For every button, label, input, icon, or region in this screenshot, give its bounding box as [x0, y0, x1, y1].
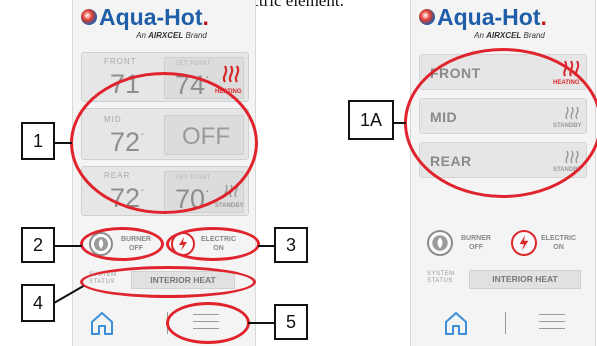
globe-icon	[419, 9, 435, 25]
brand-logo: Aqua-Hot. An AIRXCEL Brand	[81, 4, 209, 40]
electric-toggle[interactable]: ELECTRIC ON	[511, 228, 593, 258]
callout-3: 3	[274, 227, 308, 263]
globe-icon	[81, 9, 97, 25]
home-icon[interactable]	[443, 310, 469, 336]
brand-name: Aqua-Hot	[99, 4, 203, 30]
zone-status: STANDBY	[215, 203, 244, 209]
hamburger-menu-icon[interactable]	[539, 314, 565, 330]
callout-5: 5	[274, 304, 308, 340]
callout-leader-5	[248, 322, 274, 324]
callout-1: 1	[21, 122, 55, 160]
brand-tagline: An AIRXCEL Brand	[474, 31, 545, 40]
heat-waves-icon	[222, 65, 240, 83]
system-status-value: INTERIOR HEAT	[469, 270, 581, 289]
callout-2: 2	[21, 227, 55, 263]
brand-tagline: An AIRXCEL Brand	[136, 31, 207, 40]
electric-label: ELECTRIC	[541, 235, 576, 242]
lightning-icon	[519, 235, 529, 251]
brand-logo: Aqua-Hot. An AIRXCEL Brand	[419, 4, 547, 40]
electric-state: ON	[553, 244, 564, 251]
burner-label: BURNER	[461, 235, 491, 242]
callout-1a: 1A	[348, 100, 394, 140]
highlight-ring-zones	[70, 72, 258, 214]
highlight-ring-system-status	[80, 266, 256, 298]
highlight-ring-menu	[166, 302, 250, 344]
footer-divider	[505, 312, 506, 334]
zone-label: FRONT	[104, 57, 137, 66]
burner-state: OFF	[468, 244, 483, 251]
callout-leader-1a	[392, 122, 406, 124]
highlight-ring-burner	[80, 227, 164, 261]
highlight-ring-electric	[166, 227, 260, 261]
system-status-label: SYSTEM STATUS	[427, 271, 455, 284]
flame-icon	[432, 235, 448, 251]
callout-leader-2	[54, 245, 82, 247]
home-icon[interactable]	[89, 310, 115, 336]
highlight-ring-zones-right	[404, 48, 597, 198]
callout-4: 4	[21, 284, 55, 322]
burner-toggle[interactable]: BURNER OFF	[427, 228, 499, 258]
callout-leader-1	[54, 142, 72, 144]
brand-name: Aqua-Hot	[437, 4, 541, 30]
